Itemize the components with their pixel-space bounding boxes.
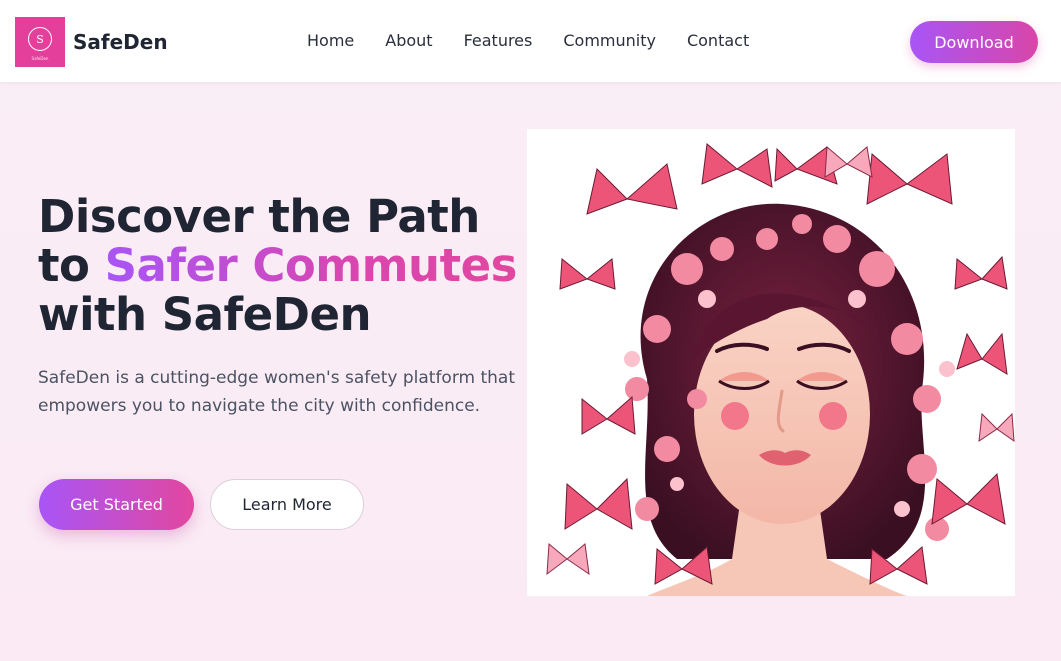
top-navbar: S SafeDen SafeDen Home About Features Co… [0, 0, 1061, 83]
woman-butterflies-illustration [527, 129, 1015, 596]
hero-title-line3: with SafeDen [38, 288, 372, 341]
logo-caption: SafeDen [31, 56, 49, 61]
main-menu: Home About Features Community Contact [307, 31, 780, 51]
safeden-logo: S SafeDen [15, 17, 65, 67]
nav-link-features[interactable]: Features [464, 31, 533, 51]
get-started-button[interactable]: Get Started [39, 479, 194, 530]
nav-link-about[interactable]: About [385, 31, 432, 51]
hero-illustration [527, 129, 1015, 596]
nav-link-community[interactable]: Community [563, 31, 656, 51]
hero-title-to: to [38, 239, 105, 292]
learn-more-button[interactable]: Learn More [210, 479, 364, 530]
logo-emblem: S [28, 27, 52, 51]
hero-title: Discover the Path to Safer Commutes with… [38, 192, 528, 339]
nav-link-contact[interactable]: Contact [687, 31, 749, 51]
brand-name: SafeDen [73, 30, 168, 54]
brand[interactable]: S SafeDen SafeDen [15, 17, 168, 67]
nav-link-home[interactable]: Home [307, 31, 354, 51]
hero-title-accent: Safer Commutes [104, 239, 518, 292]
hero-description: SafeDen is a cutting-edge women's safety… [38, 368, 516, 416]
download-button[interactable]: Download [910, 21, 1038, 63]
hero-title-line1: Discover the Path [38, 190, 480, 243]
